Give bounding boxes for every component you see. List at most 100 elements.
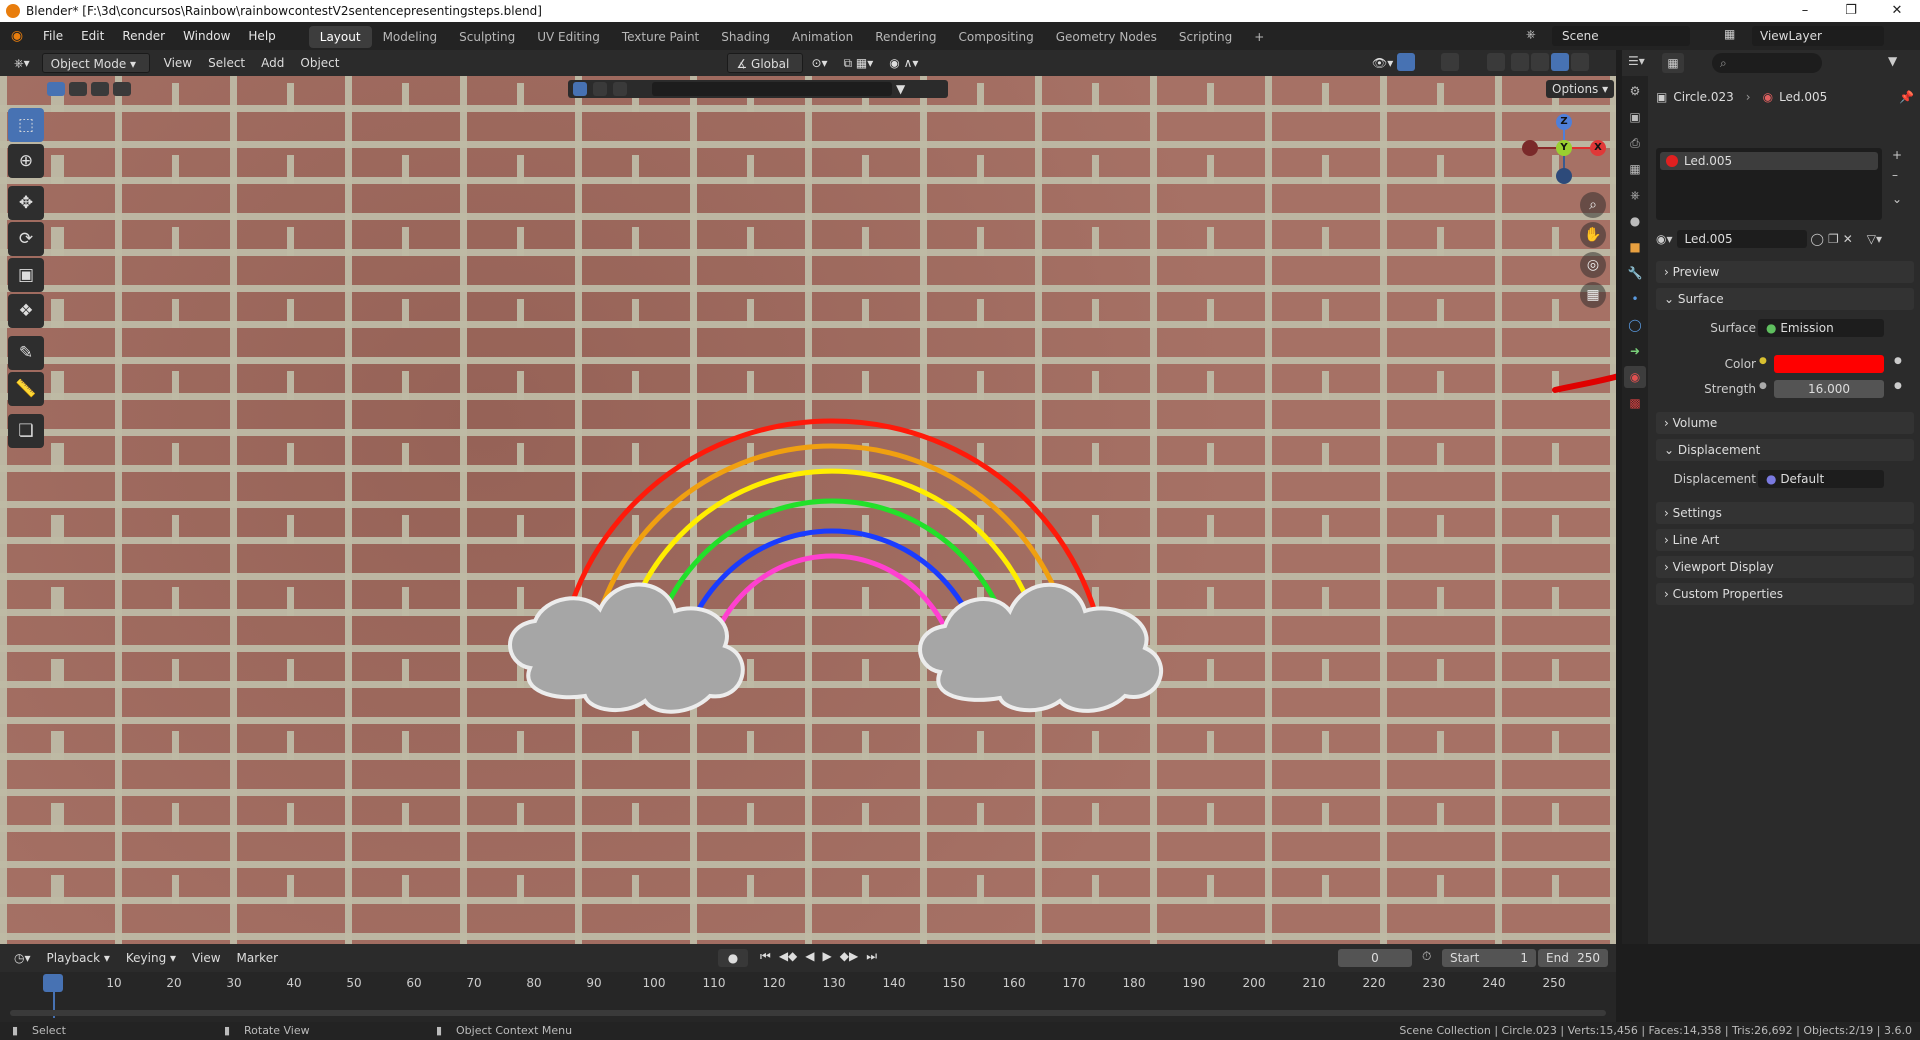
add-menu[interactable]: Add — [253, 53, 292, 73]
particles-tab-icon[interactable]: • — [1624, 288, 1646, 310]
annotate-tool-icon[interactable]: ✎ — [8, 336, 44, 370]
camera-icon[interactable]: ◎ — [1580, 252, 1606, 278]
menu-file[interactable]: File — [34, 22, 72, 50]
pan-hand-icon[interactable]: ✋ — [1580, 222, 1606, 248]
select-menu[interactable]: Select — [200, 53, 253, 73]
menu-edit[interactable]: Edit — [72, 22, 113, 50]
perspective-grid-icon[interactable]: ▦ — [1580, 282, 1606, 308]
tab-compositing[interactable]: Compositing — [947, 26, 1044, 48]
record-icon[interactable]: ● — [718, 949, 748, 967]
duplicate-material-icon[interactable]: ❐ — [1828, 232, 1839, 246]
marker-menu[interactable]: Marker — [229, 948, 286, 968]
panel-displacement[interactable]: ⌄ Displacement — [1656, 439, 1914, 461]
measure-tool-icon[interactable]: 📏 — [8, 372, 44, 406]
modifier-tab-icon[interactable]: 🔧 — [1624, 262, 1646, 284]
jump-end-icon[interactable]: ⏭ — [866, 949, 877, 964]
object-menu[interactable]: Object — [292, 53, 347, 73]
scene-icon[interactable]: ⎈ — [1526, 27, 1546, 45]
output-tab-icon[interactable]: ⎙ — [1624, 132, 1646, 154]
tab-rendering[interactable]: Rendering — [864, 26, 947, 48]
blender-menu-icon[interactable]: ◉ — [0, 28, 34, 44]
display-mode-icon[interactable]: ▦ — [1662, 53, 1684, 73]
right-cloud[interactable] — [918, 582, 1164, 713]
mode-dropdown[interactable]: Object Mode ▾ — [41, 53, 150, 73]
panel-volume[interactable]: › Volume — [1656, 412, 1914, 434]
add-cube-tool-icon[interactable]: ❏ — [8, 414, 44, 448]
wireframe-shading-icon[interactable] — [1510, 53, 1530, 71]
material-slot[interactable]: Led.005 — [1660, 152, 1878, 170]
current-frame-field[interactable]: 0 — [1338, 949, 1412, 967]
panel-viewport-display[interactable]: › Viewport Display — [1656, 556, 1914, 578]
xray-icon[interactable] — [1486, 53, 1506, 71]
maximize-icon[interactable]: ❐ — [1828, 0, 1874, 22]
fake-user-shield-icon[interactable]: ◯ — [1811, 232, 1824, 246]
node-tree-icon[interactable]: ▽▾ — [1867, 232, 1882, 246]
tab-shading[interactable]: Shading — [710, 26, 781, 48]
rendered-shading-icon[interactable] — [1570, 53, 1590, 71]
timeline-scrollbar[interactable] — [10, 1010, 1606, 1016]
gizmo-y-icon[interactable]: Y — [1556, 140, 1572, 156]
view-layer-tab-icon[interactable]: ▦ — [1624, 158, 1646, 180]
panel-custom-properties[interactable]: › Custom Properties — [1656, 583, 1914, 605]
material-slot-list[interactable]: Led.005 — [1656, 148, 1882, 220]
timeline-area[interactable]: 0102030405060708090100110120130140150160… — [0, 972, 1616, 1022]
tool-tab-icon[interactable]: ⚙ — [1624, 80, 1646, 102]
panel-surface[interactable]: ⌄ Surface — [1656, 288, 1914, 310]
chevron-down-icon[interactable]: ⌄ — [1892, 192, 1902, 206]
transform-tool-icon[interactable]: ❖ — [8, 294, 44, 328]
strength-field[interactable]: 16.000 — [1774, 380, 1884, 398]
tab-sculpting[interactable]: Sculpting — [448, 26, 526, 48]
material-name-field[interactable]: Led.005 — [1676, 230, 1807, 248]
view-layer-icon[interactable]: ▦ — [1724, 27, 1735, 41]
proportional-edit-icon[interactable]: ◉ ∧▾ — [881, 53, 926, 73]
scene-tab-icon[interactable]: ⎈ — [1624, 184, 1646, 206]
menu-window[interactable]: Window — [174, 22, 239, 50]
prev-keyframe-icon[interactable]: ◀◆ — [779, 949, 797, 964]
move-tool-icon[interactable]: ✥ — [8, 186, 44, 220]
properties-search-input[interactable]: ⌕ — [1712, 53, 1822, 73]
select-box-tool-icon[interactable]: ⬚ — [8, 108, 44, 142]
properties-editor-icon[interactable]: ☰▾ — [1628, 54, 1645, 68]
browse-material-icon[interactable]: ◉▾ — [1656, 232, 1673, 246]
texture-tab-icon[interactable]: ▩ — [1624, 392, 1646, 414]
overlay-toggle-icon[interactable] — [1440, 53, 1460, 71]
emission-color-field[interactable] — [1774, 355, 1884, 373]
zoom-icon[interactable]: ⌕ — [1580, 192, 1606, 218]
tab-texture-paint[interactable]: Texture Paint — [611, 26, 710, 48]
end-frame-field[interactable]: End 250 — [1538, 949, 1608, 967]
keyframe-dot-icon[interactable]: ● — [1894, 381, 1902, 391]
menu-render[interactable]: Render — [113, 22, 174, 50]
gizmo-neg-z-icon[interactable] — [1556, 168, 1572, 184]
tab-modeling[interactable]: Modeling — [372, 26, 449, 48]
keyframe-dot-icon[interactable]: ● — [1894, 356, 1902, 366]
view-layer-field[interactable]: ViewLayer — [1752, 26, 1884, 46]
tab-scripting[interactable]: Scripting — [1168, 26, 1243, 48]
next-keyframe-icon[interactable]: ◆▶ — [840, 949, 858, 964]
unlink-material-icon[interactable]: ✕ — [1843, 232, 1853, 246]
gizmo-x-icon[interactable]: X — [1590, 140, 1606, 156]
tab-layout[interactable]: Layout — [308, 26, 372, 48]
menu-help[interactable]: Help — [239, 22, 284, 50]
filter-icon[interactable]: ▼ — [1888, 54, 1897, 68]
minimize-icon[interactable]: – — [1782, 0, 1828, 22]
play-icon[interactable]: ▶ — [823, 949, 832, 964]
render-tab-icon[interactable]: ▣ — [1624, 106, 1646, 128]
editor-type-icon[interactable]: ⎈▾ — [6, 53, 38, 73]
start-frame-field[interactable]: Start 1 — [1442, 949, 1536, 967]
surface-shader-field[interactable]: ● Emission — [1758, 319, 1884, 337]
stopwatch-icon[interactable]: ⏱ — [1422, 949, 1431, 964]
snap-icon[interactable]: ⧉ ▦▾ — [836, 53, 882, 73]
gizmo-z-icon[interactable]: Z — [1556, 114, 1572, 130]
add-slot-icon[interactable]: + — [1892, 148, 1902, 162]
cursor-tool-icon[interactable]: ⊕ — [8, 144, 44, 178]
material-tab-icon[interactable]: ◉ — [1624, 366, 1646, 388]
timeline-editor-icon[interactable]: ◷▾ — [6, 948, 39, 968]
play-reverse-icon[interactable]: ◀ — [805, 949, 814, 964]
pivot-icon[interactable]: ⊙▾ — [803, 53, 835, 73]
panel-settings[interactable]: › Settings — [1656, 502, 1914, 524]
panel-preview[interactable]: › Preview — [1656, 261, 1914, 283]
remove-slot-icon[interactable]: – — [1892, 168, 1898, 182]
object-tab-icon[interactable]: ■ — [1624, 236, 1646, 258]
orientation-dropdown[interactable]: ∡ Global — [727, 53, 804, 73]
pin-icon[interactable]: 📌 — [1899, 90, 1914, 104]
